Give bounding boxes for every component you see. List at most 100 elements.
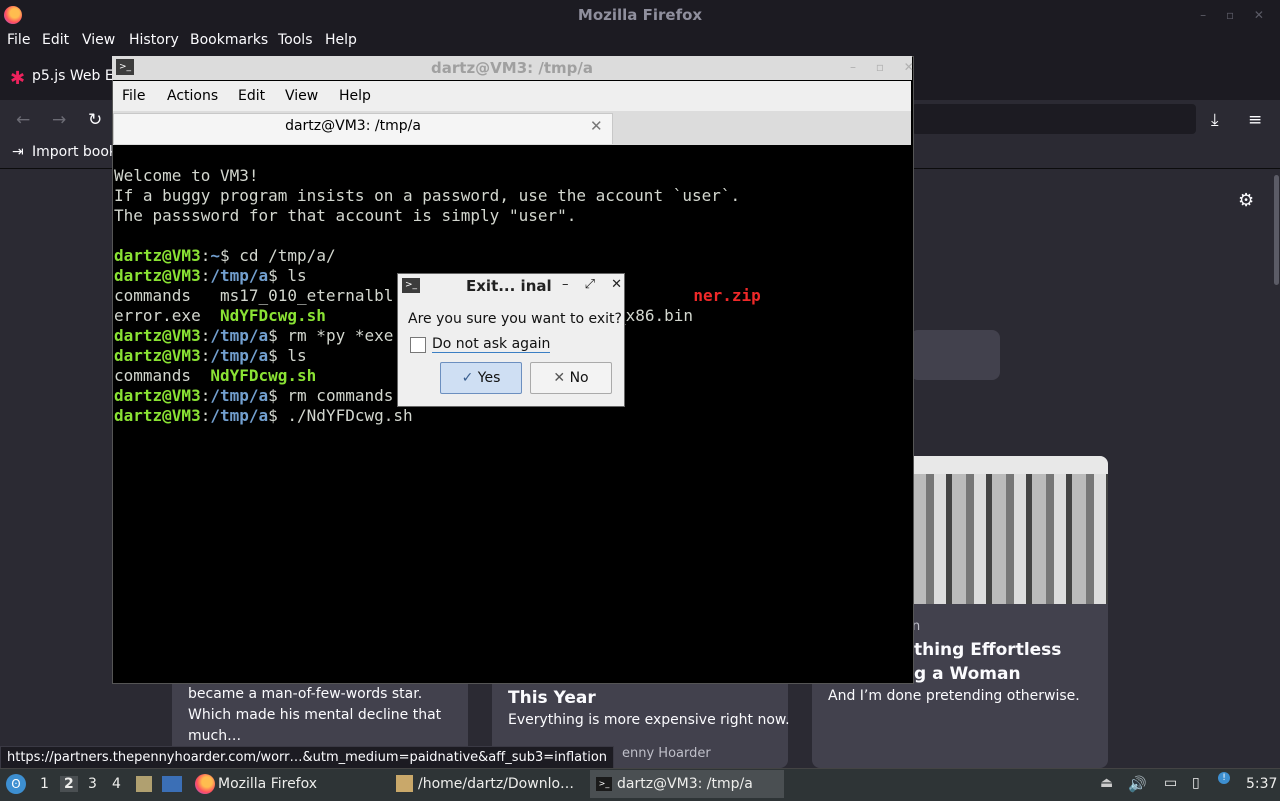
check-icon: ✓ [461, 370, 478, 386]
prompt-path: ~ [210, 246, 220, 265]
story-2-text: Everything is more expensive right now. [508, 712, 790, 728]
story-3-photo [912, 456, 1108, 604]
volume-icon[interactable]: 🔊 [1128, 775, 1147, 793]
p5js-asterisk-icon: ✱ [10, 68, 26, 89]
workspace-1[interactable]: 1 [40, 776, 49, 792]
task-terminal[interactable]: dartz@VM3: /tmp/a [617, 776, 753, 792]
download-icon[interactable]: ⤓ [1211, 110, 1219, 130]
firefox-task-icon [195, 774, 215, 794]
prompt-user: dartz@VM3 [114, 346, 201, 365]
do-not-ask-checkbox[interactable] [410, 337, 426, 353]
page-scrollbar-thumb[interactable] [1274, 175, 1279, 285]
dialog-terminal-icon: >_ [402, 278, 420, 293]
prompt-path: /tmp/a [210, 346, 269, 365]
story-3-title-2: g a Woman [914, 664, 1021, 684]
prompt-user: dartz@VM3 [114, 246, 201, 265]
ff-menu-history[interactable]: History [129, 32, 179, 48]
ls-exec-file: NdYFDcwg.sh [210, 366, 317, 385]
term-menu-help[interactable]: Help [339, 88, 371, 104]
terminal-window-controls[interactable]: – ▫ ✕ [850, 60, 922, 74]
terminal-window-title: dartz@VM3: /tmp/a [431, 59, 593, 77]
ff-menu-file[interactable]: File [7, 32, 30, 48]
dialog-window-controls[interactable]: – ⤢ ✕ [562, 277, 628, 292]
ls-output: commands [114, 366, 211, 385]
workspace-2[interactable]: 2 [60, 776, 78, 792]
no-button[interactable]: ✕ No [530, 362, 612, 394]
ls-output: _x86.bin [615, 306, 693, 325]
terminal-line: If a buggy program insists on a password… [114, 186, 741, 205]
term-menu-actions[interactable]: Actions [167, 88, 218, 104]
term-menu-view[interactable]: View [285, 88, 318, 104]
prompt-path: /tmp/a [210, 386, 269, 405]
yes-label: Yes [477, 370, 501, 386]
task-firefox[interactable]: Mozilla Firefox [218, 776, 317, 792]
ls-zip-file: ner.zip [693, 286, 761, 305]
command-text: $ ls [268, 266, 307, 285]
eject-icon[interactable]: ⏏ [1100, 775, 1113, 791]
terminal-line: dartz@VM3:/tmp/a$ ./NdYFDcwg.sh [114, 406, 413, 425]
close-tab-icon[interactable]: ✕ [590, 117, 603, 135]
import-bookmarks-icon[interactable]: ⇥ [12, 144, 24, 160]
firefox-title-bar: Mozilla Firefox [0, 0, 1280, 30]
ls-output: commands ms17_010_eternalbl [114, 286, 394, 305]
ff-menu-view[interactable]: View [82, 32, 115, 48]
exit-dialog-title: Exit... inal [466, 277, 552, 295]
firefox-window-title: Mozilla Firefox [577, 6, 703, 24]
hamburger-menu-icon[interactable]: ≡ [1248, 110, 1262, 130]
file-manager-launcher-icon[interactable] [136, 776, 152, 792]
url-bar[interactable] [912, 104, 1196, 134]
firefox-menubar: File Edit View History Bookmarks Tools H… [0, 30, 1280, 54]
network-icon[interactable]: ▭ [1164, 775, 1177, 791]
prompt-user: dartz@VM3 [114, 326, 201, 345]
term-menu-file[interactable]: File [122, 88, 145, 104]
workspace-3[interactable]: 3 [88, 776, 97, 792]
firefox-logo-icon [4, 6, 22, 24]
reload-icon[interactable]: ↻ [88, 110, 102, 130]
firefox-window-controls[interactable]: – ▫ ✕ [1200, 8, 1272, 22]
start-menu-icon[interactable]: ʘ [6, 774, 26, 794]
notification-icon[interactable]: ! [1218, 772, 1230, 784]
story-2-title: This Year [508, 688, 596, 708]
prompt-user: dartz@VM3 [114, 406, 201, 425]
no-label: No [569, 370, 589, 386]
prompt-path: /tmp/a [210, 326, 269, 345]
command-text: $ ./NdYFDcwg.sh [268, 406, 413, 425]
prompt-user: dartz@VM3 [114, 266, 201, 285]
clipboard-icon[interactable]: ▯ [1192, 775, 1200, 791]
terminal-title-bar[interactable]: dartz@VM3: /tmp/a [112, 56, 912, 80]
story-2-source: enny Hoarder [622, 746, 711, 761]
task-file-manager[interactable]: /home/dartz/Downlo… [418, 776, 574, 792]
terminal-tab-label: dartz@VM3: /tmp/a [285, 118, 421, 134]
yes-button[interactable]: ✓ Yes [440, 362, 522, 394]
forward-arrow-icon[interactable]: → [52, 110, 66, 130]
do-not-ask-label[interactable]: Do not ask again [432, 336, 551, 353]
shortcut-card[interactable] [910, 330, 1000, 380]
ff-menu-help[interactable]: Help [325, 32, 357, 48]
story-1-text: became a man-of-few-words star. Which ma… [188, 686, 442, 744]
ff-menu-tools[interactable]: Tools [278, 32, 313, 48]
terminal-menubar [113, 81, 911, 111]
terminal-task-icon: >_ [596, 777, 612, 791]
ff-menu-edit[interactable]: Edit [42, 32, 69, 48]
folder-task-icon [396, 775, 413, 792]
command-text: $ ls [268, 346, 307, 365]
story-3-title-1: thing Effortless [914, 640, 1062, 660]
terminal-screen[interactable]: Welcome to VM3! If a buggy program insist… [114, 146, 910, 680]
import-bookmarks-label[interactable]: Import book [32, 144, 117, 160]
command-text: $ rm *py *exe [268, 326, 394, 345]
gear-icon[interactable]: ⚙ [1238, 190, 1254, 211]
prompt-user: dartz@VM3 [114, 386, 201, 405]
show-desktop-icon[interactable] [162, 776, 182, 792]
terminal-line: Welcome to VM3! [114, 166, 259, 185]
back-arrow-icon[interactable]: ← [16, 110, 30, 130]
term-menu-edit[interactable]: Edit [238, 88, 265, 104]
terminal-line: The passsword for that account is simply… [114, 206, 577, 225]
terminal-line-empty [114, 226, 910, 246]
link-status-bar: https://partners.thepennyhoarder.com/wor… [0, 746, 615, 770]
exit-question: Are you sure you want to exit? [408, 311, 622, 327]
story-3-text: And I’m done pretending otherwise. [828, 688, 1080, 704]
prompt-path: /tmp/a [210, 406, 269, 425]
ff-menu-bookmarks[interactable]: Bookmarks [190, 32, 268, 48]
command-text: $ cd /tmp/a/ [219, 246, 336, 265]
workspace-4[interactable]: 4 [112, 776, 121, 792]
